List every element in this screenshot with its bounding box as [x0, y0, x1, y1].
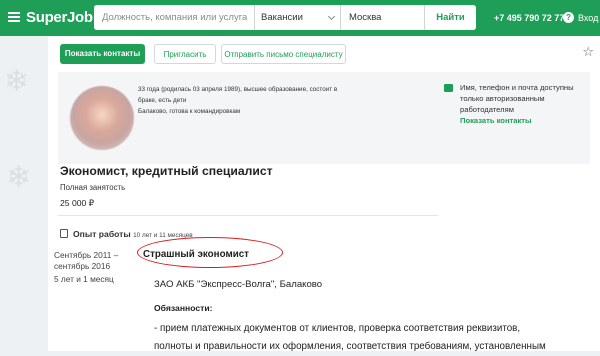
employment-type: Полная занятость: [60, 183, 126, 192]
experience-heading-label: Опыт работы: [73, 229, 131, 239]
profile-info: 33 года (родилась 03 апреля 1989), высше…: [138, 84, 348, 117]
snowflake-icon: ❄: [4, 65, 30, 98]
contacts-note: Имя, телефон и почта доступны только авт…: [444, 82, 579, 126]
job-duration: 5 лет и 1 месяц: [54, 274, 114, 284]
logo[interactable]: SuperJob: [26, 9, 93, 26]
experience-heading: Опыт работы 10 лет и 11 месяцев: [60, 229, 193, 239]
help-icon[interactable]: ?: [563, 12, 574, 23]
login-link[interactable]: Вход: [578, 13, 598, 23]
search-input[interactable]: [94, 5, 254, 30]
category-value: Вакансии: [261, 12, 303, 23]
divider: [58, 215, 438, 216]
job-period: Сентябрь 2011 – сентябрь 2016: [54, 250, 124, 272]
phone-number[interactable]: +7 495 790 72 77: [494, 13, 564, 23]
show-contacts-button[interactable]: Показать контакты: [60, 44, 145, 64]
contacts-note-text: Имя, телефон и почта доступны только авт…: [460, 83, 574, 114]
resume-card: Показать контакты Пригласить Отправить п…: [48, 36, 600, 352]
snowflake-icon: ❄: [6, 161, 32, 194]
duties-line: полноты и правильности их оформления, со…: [154, 341, 546, 352]
send-letter-button[interactable]: Отправить письмо специалисту: [221, 44, 346, 64]
show-contacts-link[interactable]: Показать контакты: [460, 115, 579, 126]
search-bar: Вакансии Найти: [94, 5, 476, 30]
salary: 25 000 ₽: [60, 198, 95, 208]
star-icon[interactable]: ☆: [582, 44, 594, 60]
profile-block: 33 года (родилась 03 апреля 1989), высше…: [58, 72, 590, 164]
profile-info-line: Балаково, готова к командировкам: [138, 108, 241, 115]
job-period-start: Сентябрь 2011 –: [54, 250, 119, 260]
highlight-circle: [137, 237, 283, 268]
invite-button[interactable]: Пригласить: [154, 44, 216, 64]
avatar: [70, 86, 134, 150]
chevron-down-icon: [327, 12, 336, 21]
find-button[interactable]: Найти: [424, 5, 476, 30]
company-name: ЗАО АКБ "Экспресс-Волга", Балаково: [154, 279, 323, 290]
profile-info-line: 33 года (родилась 03 апреля 1989), высше…: [138, 86, 338, 104]
duties-line: - прием платежных документов от клиентов…: [154, 323, 521, 334]
top-navbar: SuperJob Вакансии Найти +7 495 790 72 77…: [0, 0, 600, 36]
contact-card-icon: [444, 84, 453, 92]
briefcase-icon: [60, 229, 68, 238]
city-input[interactable]: [340, 5, 424, 30]
duties-heading: Обязанности:: [154, 303, 213, 313]
category-select[interactable]: Вакансии: [254, 5, 340, 30]
menu-icon[interactable]: [8, 12, 20, 22]
resume-title: Экономист, кредитный специалист: [60, 164, 273, 178]
job-period-end: сентябрь 2016: [54, 261, 111, 271]
